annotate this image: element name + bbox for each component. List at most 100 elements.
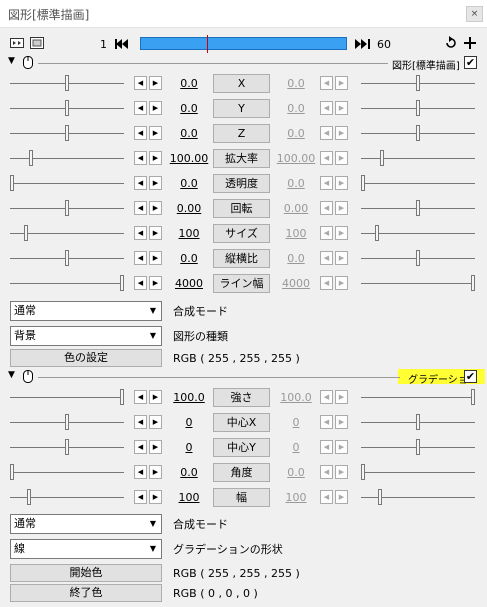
slider-thumb[interactable] — [27, 489, 31, 505]
param-name-button[interactable]: 幅 — [213, 488, 270, 507]
left-slider[interactable] — [10, 275, 124, 291]
right-increment-icon[interactable]: ▶ — [335, 101, 348, 115]
right-increment-icon[interactable]: ▶ — [335, 251, 348, 265]
slider-thumb[interactable] — [10, 175, 14, 191]
slider-thumb[interactable] — [380, 150, 384, 166]
right-decrement-icon[interactable]: ◀ — [320, 490, 333, 504]
right-decrement-icon[interactable]: ◀ — [320, 415, 333, 429]
param-right-value[interactable]: 100.00 — [274, 152, 318, 165]
param-name-button[interactable]: サイズ — [213, 224, 270, 243]
left-increment-icon[interactable]: ▶ — [149, 490, 162, 504]
slider-thumb[interactable] — [416, 414, 420, 430]
slider-thumb[interactable] — [65, 200, 69, 216]
param-left-value[interactable]: 100.00 — [167, 152, 211, 165]
slider-thumb[interactable] — [65, 125, 69, 141]
param-right-value[interactable]: 0.00 — [274, 202, 318, 215]
right-decrement-icon[interactable]: ◀ — [320, 465, 333, 479]
right-increment-icon[interactable]: ▶ — [335, 465, 348, 479]
left-decrement-icon[interactable]: ◀ — [134, 151, 147, 165]
left-slider[interactable] — [10, 489, 124, 505]
left-increment-icon[interactable]: ▶ — [149, 390, 162, 404]
start-color-button[interactable]: 開始色 — [10, 564, 162, 582]
slider-thumb[interactable] — [416, 125, 420, 141]
slider-thumb[interactable] — [361, 175, 365, 191]
add-filter-icon[interactable] — [462, 35, 478, 51]
right-slider[interactable] — [361, 414, 475, 430]
right-increment-icon[interactable]: ▶ — [335, 226, 348, 240]
left-decrement-icon[interactable]: ◀ — [134, 440, 147, 454]
param-left-value[interactable]: 0.0 — [167, 177, 211, 190]
slider-thumb[interactable] — [471, 389, 475, 405]
slider-thumb[interactable] — [375, 225, 379, 241]
right-slider[interactable] — [361, 250, 475, 266]
left-increment-icon[interactable]: ▶ — [149, 415, 162, 429]
left-decrement-icon[interactable]: ◀ — [134, 276, 147, 290]
param-name-button[interactable]: 中心X — [213, 413, 270, 432]
slider-thumb[interactable] — [65, 439, 69, 455]
timeline-bar[interactable] — [140, 35, 347, 53]
slider-thumb[interactable] — [65, 250, 69, 266]
param-name-button[interactable]: Y — [213, 99, 270, 118]
right-slider[interactable] — [361, 100, 475, 116]
param-left-value[interactable]: 0.00 — [167, 202, 211, 215]
left-slider[interactable] — [10, 225, 124, 241]
left-increment-icon[interactable]: ▶ — [149, 201, 162, 215]
left-decrement-icon[interactable]: ◀ — [134, 226, 147, 240]
param-name-button[interactable]: 角度 — [213, 463, 270, 482]
param-left-value[interactable]: 0 — [167, 441, 211, 454]
left-decrement-icon[interactable]: ◀ — [134, 126, 147, 140]
left-slider[interactable] — [10, 125, 124, 141]
right-increment-icon[interactable]: ▶ — [335, 490, 348, 504]
param-left-value[interactable]: 0.0 — [167, 466, 211, 479]
slider-thumb[interactable] — [416, 439, 420, 455]
right-slider[interactable] — [361, 489, 475, 505]
left-increment-icon[interactable]: ▶ — [149, 101, 162, 115]
left-decrement-icon[interactable]: ◀ — [134, 201, 147, 215]
param-name-button[interactable]: X — [213, 74, 270, 93]
section-enable-checkbox[interactable]: ✔ — [464, 56, 477, 69]
slider-thumb[interactable] — [416, 200, 420, 216]
param-left-value[interactable]: 0.0 — [167, 127, 211, 140]
right-decrement-icon[interactable]: ◀ — [320, 76, 333, 90]
slider-thumb[interactable] — [24, 225, 28, 241]
param-left-value[interactable]: 100 — [167, 227, 211, 240]
left-increment-icon[interactable]: ▶ — [149, 76, 162, 90]
slider-thumb[interactable] — [65, 414, 69, 430]
param-right-value[interactable]: 100.0 — [274, 391, 318, 404]
param-right-value[interactable]: 4000 — [274, 277, 318, 290]
left-increment-icon[interactable]: ▶ — [149, 440, 162, 454]
right-increment-icon[interactable]: ▶ — [335, 176, 348, 190]
collapse-icon[interactable]: ▼ — [8, 56, 15, 66]
gradient-shape-select[interactable]: 線 ▼ — [10, 539, 162, 559]
right-increment-icon[interactable]: ▶ — [335, 276, 348, 290]
param-name-button[interactable]: 中心Y — [213, 438, 270, 457]
collapse-icon[interactable]: ▼ — [8, 370, 15, 380]
right-decrement-icon[interactable]: ◀ — [320, 126, 333, 140]
right-slider[interactable] — [361, 175, 475, 191]
left-increment-icon[interactable]: ▶ — [149, 251, 162, 265]
slider-thumb[interactable] — [416, 100, 420, 116]
right-decrement-icon[interactable]: ◀ — [320, 101, 333, 115]
right-increment-icon[interactable]: ▶ — [335, 126, 348, 140]
forward-icon[interactable] — [354, 36, 370, 52]
camera-icon[interactable] — [9, 35, 25, 51]
param-name-button[interactable]: ライン幅 — [213, 274, 270, 293]
refresh-icon[interactable] — [443, 35, 459, 51]
close-icon[interactable]: × — [466, 6, 483, 22]
left-slider[interactable] — [10, 100, 124, 116]
left-increment-icon[interactable]: ▶ — [149, 226, 162, 240]
param-left-value[interactable]: 4000 — [167, 277, 211, 290]
left-decrement-icon[interactable]: ◀ — [134, 390, 147, 404]
left-slider[interactable] — [10, 389, 124, 405]
left-decrement-icon[interactable]: ◀ — [134, 465, 147, 479]
section-enable-checkbox[interactable]: ✔ — [464, 370, 477, 383]
param-right-value[interactable]: 0 — [274, 416, 318, 429]
left-decrement-icon[interactable]: ◀ — [134, 101, 147, 115]
end-color-button[interactable]: 終了色 — [10, 584, 162, 602]
right-decrement-icon[interactable]: ◀ — [320, 201, 333, 215]
right-increment-icon[interactable]: ▶ — [335, 201, 348, 215]
param-left-value[interactable]: 100.0 — [167, 391, 211, 404]
param-left-value[interactable]: 0 — [167, 416, 211, 429]
left-increment-icon[interactable]: ▶ — [149, 176, 162, 190]
slider-thumb[interactable] — [416, 250, 420, 266]
